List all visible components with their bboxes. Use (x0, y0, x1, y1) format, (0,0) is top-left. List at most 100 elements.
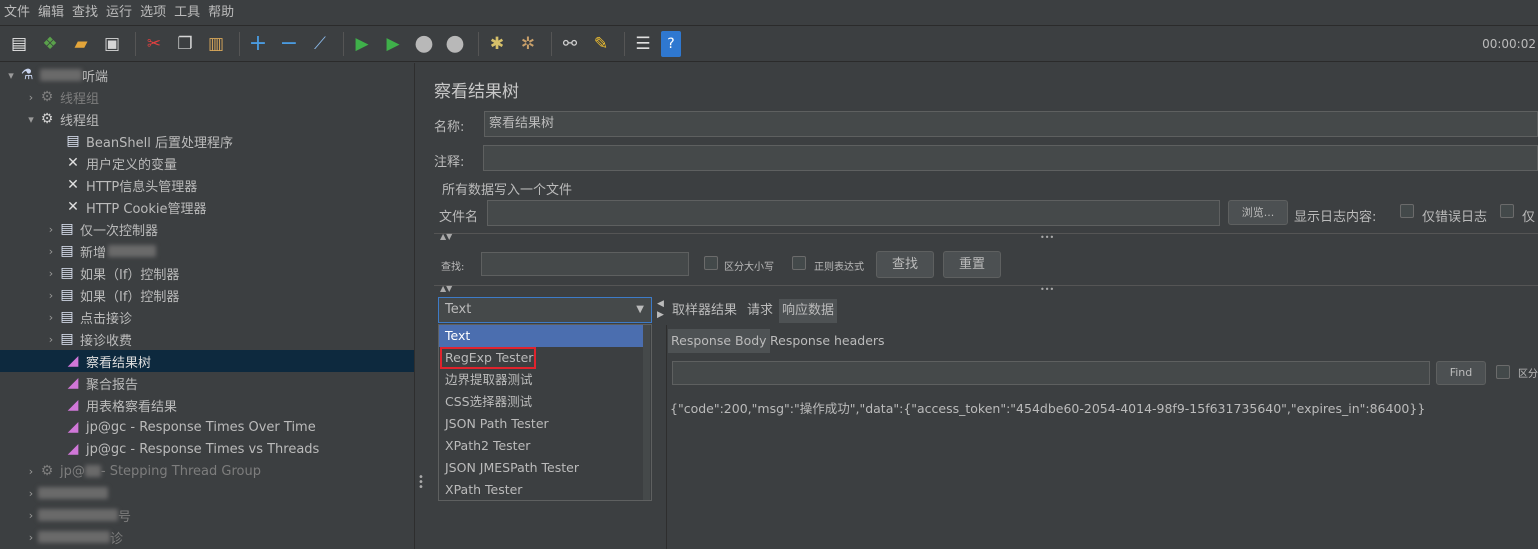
expand-icon[interactable]: + (245, 31, 271, 57)
browse-button[interactable]: 浏览... (1228, 200, 1288, 225)
renderer-select[interactable]: Text ▼ (438, 297, 652, 323)
save-icon[interactable]: ▣ (99, 31, 125, 57)
collapse-arrows-icon[interactable]: ▲▼ (440, 284, 452, 293)
start-icon[interactable]: ▶ (349, 31, 375, 57)
search-icon[interactable]: ⚯ (557, 31, 583, 57)
tab-response-body[interactable]: Response Body (668, 329, 770, 353)
renderer-option[interactable]: JSON JMESPath Tester (439, 457, 651, 479)
comment-field[interactable] (483, 145, 1538, 171)
section-divider[interactable]: ▲▼ ••• (434, 284, 1538, 295)
chevron-right-icon[interactable]: › (24, 487, 38, 500)
clear-all-icon[interactable]: ✲ (515, 31, 541, 57)
shutdown-icon[interactable]: ● (442, 31, 468, 57)
chevron-right-icon[interactable]: › (44, 223, 58, 236)
tab-request[interactable]: 请求 (744, 299, 776, 323)
menu-search[interactable]: 查找 (68, 0, 102, 26)
menu-options[interactable]: 选项 (136, 0, 170, 26)
tree-node-view-results-tree[interactable]: ◢ 察看结果树 (64, 350, 151, 372)
cut-icon[interactable]: ✂ (141, 31, 167, 57)
collapse-arrows-icon[interactable]: ▲▼ (440, 232, 452, 241)
tab-response-data[interactable]: 响应数据 (779, 299, 838, 323)
tab-response-headers[interactable]: Response headers (767, 329, 888, 353)
renderer-option[interactable]: XPath Tester (439, 479, 651, 501)
tree-node-add[interactable]: › ▤ 新增 (44, 240, 157, 262)
chevron-right-icon[interactable]: › (24, 531, 38, 544)
menu-help[interactable]: 帮助 (204, 0, 238, 26)
tree-node-beanshell[interactable]: ▤ BeanShell 后置处理程序 (64, 130, 233, 152)
tree-node-thread-group-disabled[interactable]: › ⚙ 线程组 (24, 86, 99, 108)
errors-only-checkbox[interactable] (1400, 204, 1414, 218)
renderer-option[interactable]: CSS选择器测试 (439, 391, 651, 413)
start-no-pause-icon[interactable]: ▶ (380, 31, 406, 57)
tree-node-if-controller[interactable]: › ▤ 如果（If）控制器 (44, 262, 180, 284)
panel-splitter[interactable]: • • • (414, 63, 424, 549)
name-field[interactable]: 察看结果树 (484, 111, 1538, 137)
open-icon[interactable]: ▰ (68, 31, 94, 57)
new-icon[interactable]: ▤ (6, 31, 32, 57)
copy-icon[interactable]: ❐ (172, 31, 198, 57)
response-case-checkbox[interactable] (1496, 365, 1510, 379)
paste-icon[interactable]: ▥ (203, 31, 229, 57)
tree-node-visit-charge[interactable]: › ▤ 接诊收费 (44, 328, 132, 350)
test-plan-tree[interactable]: ▾ ⚗ 听端 › ⚙ 线程组 ▾ ⚙ 线程组 ▤ BeanShell 后置处理程… (0, 63, 414, 549)
chevron-right-icon[interactable]: › (24, 465, 38, 478)
grip-dots-icon[interactable]: ••• (1040, 233, 1054, 242)
chevron-right-icon[interactable]: › (24, 509, 38, 522)
search-field[interactable] (481, 252, 689, 276)
tree-node-stepping-thread-group[interactable]: › ⚙ jp@ - Stepping Thread Group (24, 460, 261, 482)
tree-node-redacted-1[interactable]: › (24, 482, 108, 504)
tree-node-aggregate-report[interactable]: ◢ 聚合报告 (64, 372, 138, 394)
collapse-icon[interactable]: − (276, 31, 302, 57)
response-find-button[interactable]: Find (1436, 361, 1486, 385)
renderer-option[interactable]: RegExp Tester (439, 347, 651, 369)
tree-node-thread-group[interactable]: ▾ ⚙ 线程组 (24, 108, 99, 130)
menu-edit[interactable]: 编辑 (34, 0, 68, 26)
tree-node-test-plan[interactable]: ▾ ⚗ 听端 (4, 64, 108, 86)
toggle-icon[interactable]: ⟋ (307, 31, 333, 57)
section-divider[interactable]: ▲▼ ••• (434, 232, 1538, 243)
renderer-option[interactable]: JSON Path Tester (439, 413, 651, 435)
chevron-right-icon[interactable]: › (44, 333, 58, 346)
filename-field[interactable] (487, 200, 1220, 226)
renderer-option[interactable]: Text (439, 325, 643, 347)
function-helper-icon[interactable]: ☰ (630, 31, 656, 57)
chevron-right-icon[interactable]: › (44, 245, 58, 258)
tree-node-response-times-vs-threads[interactable]: ◢ jp@gc - Response Times vs Threads (64, 438, 320, 460)
menu-tools[interactable]: 工具 (170, 0, 204, 26)
find-button[interactable]: 查找 (876, 251, 934, 278)
tree-node-if-controller-2[interactable]: › ▤ 如果（If）控制器 (44, 284, 180, 306)
tree-node-click-visit[interactable]: › ▤ 点击接诊 (44, 306, 132, 328)
response-search-field[interactable] (672, 361, 1430, 385)
success-only-checkbox[interactable] (1500, 204, 1514, 218)
chevron-down-icon[interactable]: ▾ (4, 69, 18, 82)
regex-checkbox[interactable] (792, 256, 806, 270)
stop-icon[interactable]: ● (411, 31, 437, 57)
menu-file[interactable]: 文件 (0, 0, 34, 26)
menu-run[interactable]: 运行 (102, 0, 136, 26)
tree-node-table-results[interactable]: ◢ 用表格察看结果 (64, 394, 177, 416)
tree-node-response-times-over-time[interactable]: ◢ jp@gc - Response Times Over Time (64, 416, 316, 438)
chevron-down-icon[interactable]: ▼ (636, 298, 644, 322)
reset-button[interactable]: 重置 (943, 251, 1001, 278)
templates-icon[interactable]: ❖ (37, 31, 63, 57)
tree-node-redacted-3[interactable]: › 诊 (24, 526, 123, 548)
tree-node-user-variables[interactable]: ✕ 用户定义的变量 (64, 152, 177, 174)
renderer-option[interactable]: XPath2 Tester (439, 435, 651, 457)
chevron-right-icon[interactable]: › (44, 289, 58, 302)
dropdown-scrollbar[interactable] (643, 325, 650, 500)
tree-node-header-manager[interactable]: ✕ HTTP信息头管理器 (64, 174, 197, 196)
chevron-down-icon[interactable]: ▾ (24, 113, 38, 126)
chevron-right-icon[interactable]: › (24, 91, 38, 104)
tree-node-once-controller[interactable]: › ▤ 仅一次控制器 (44, 218, 158, 240)
help-icon[interactable]: ? (661, 30, 681, 57)
case-sensitive-checkbox[interactable] (704, 256, 718, 270)
reset-search-icon[interactable]: ✎ (588, 31, 614, 57)
tree-node-cookie-manager[interactable]: ✕ HTTP Cookie管理器 (64, 196, 206, 218)
clear-icon[interactable]: ✱ (484, 31, 510, 57)
tree-node-redacted-2[interactable]: › 号 (24, 504, 131, 526)
split-arrows-icon[interactable]: ◀ ▶ (657, 299, 664, 321)
tab-sampler-result[interactable]: 取样器结果 (669, 299, 740, 323)
chevron-right-icon[interactable]: › (44, 311, 58, 324)
chevron-right-icon[interactable]: › (44, 267, 58, 280)
grip-dots-icon[interactable]: ••• (1040, 285, 1054, 294)
